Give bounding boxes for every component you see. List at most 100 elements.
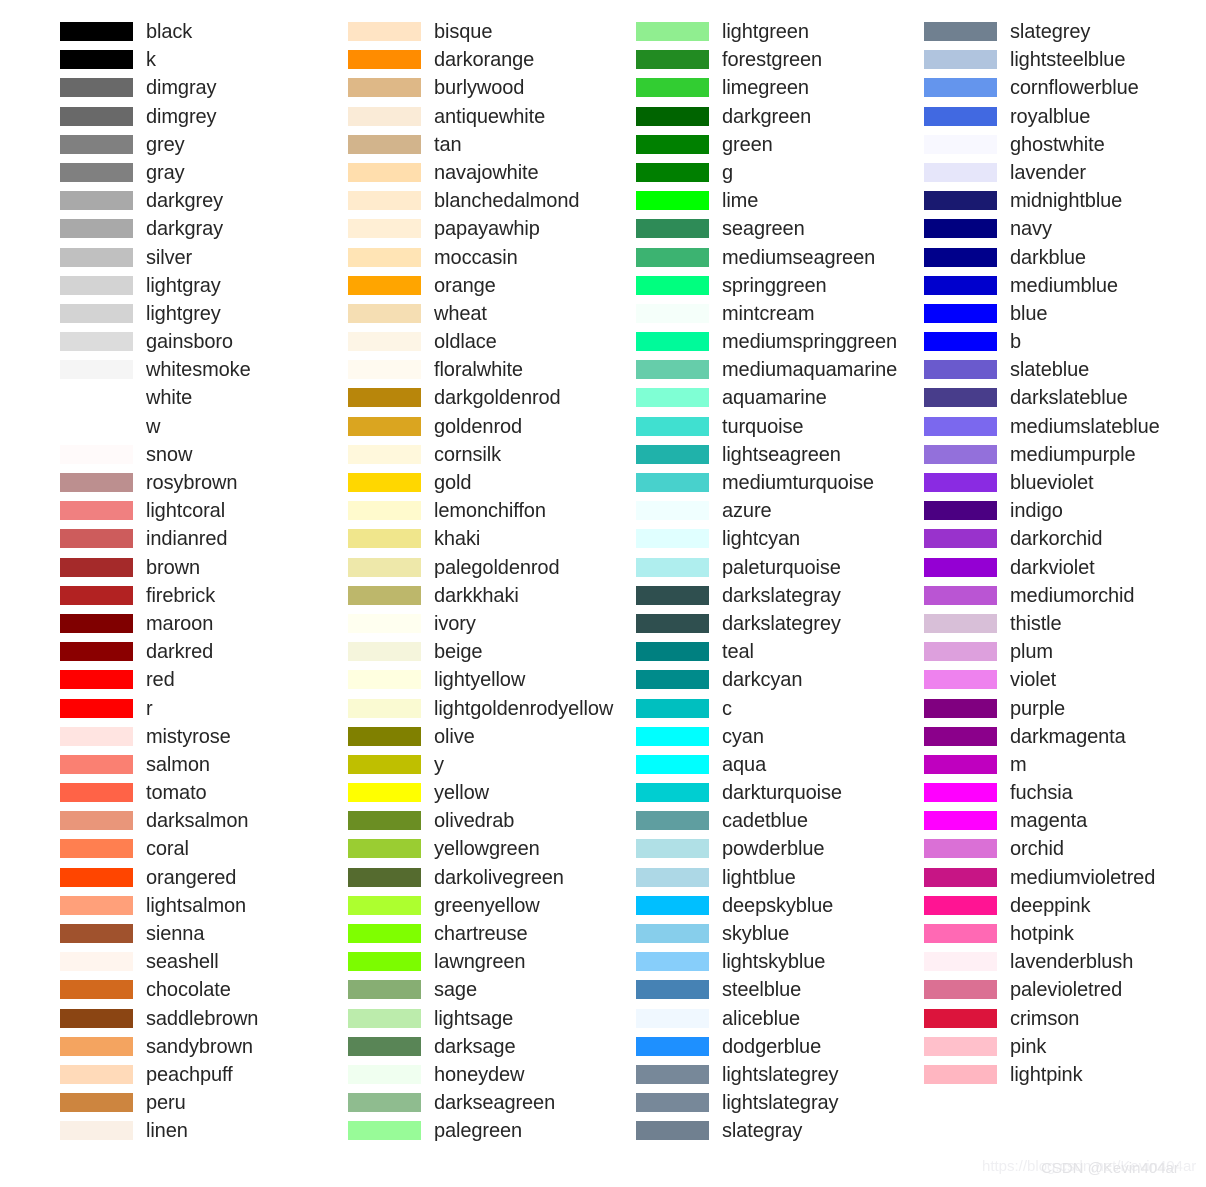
- color-name-label: cyan: [722, 725, 764, 748]
- color-row: honeydew: [348, 1064, 638, 1093]
- color-row: palegreen: [348, 1120, 638, 1149]
- color-name-label: chartreuse: [434, 923, 528, 945]
- color-swatch: [636, 247, 709, 267]
- color-name-label: darkgrey: [146, 190, 224, 213]
- color-row: yellow: [348, 782, 638, 811]
- color-name-label: moccasin: [434, 246, 518, 269]
- color-name-label: white: [146, 387, 193, 410]
- color-swatch: [924, 839, 997, 859]
- color-row: orangered: [60, 867, 350, 896]
- color-name-label: mediumaquamarine: [722, 359, 898, 382]
- color-swatch: [348, 275, 421, 295]
- color-row: deeppink: [924, 894, 1206, 924]
- color-row: darkseagreen: [348, 1092, 638, 1121]
- color-swatch: [636, 162, 709, 182]
- color-row: green: [636, 134, 926, 163]
- color-name-label: fuchsia: [1010, 782, 1073, 805]
- color-swatch: [636, 1064, 709, 1084]
- color-name-label: m: [1010, 753, 1027, 776]
- color-name-label: yellow: [434, 782, 489, 805]
- color-swatch: [60, 219, 133, 239]
- color-row: mediumslateblue: [924, 416, 1206, 445]
- color-row: lightcoral: [60, 500, 350, 529]
- color-name-label: mediumturquoise: [722, 472, 874, 494]
- color-name-label: pink: [1010, 1035, 1047, 1058]
- color-name-label: w: [146, 415, 161, 438]
- color-row: whitesmoke: [60, 359, 350, 388]
- color-swatch: [60, 585, 133, 605]
- color-row: violet: [924, 669, 1206, 698]
- color-swatch: [348, 78, 421, 98]
- color-row: thistle: [924, 613, 1206, 642]
- color-name-label: darkorchid: [1010, 528, 1103, 551]
- color-swatch: [348, 303, 421, 323]
- color-row: greenyellow: [348, 895, 638, 924]
- color-row: aqua: [636, 753, 926, 783]
- color-row: maroon: [60, 613, 350, 642]
- color-name-label: slategrey: [1010, 21, 1091, 43]
- color-swatch: [60, 529, 133, 549]
- color-name-label: dimgray: [146, 77, 217, 100]
- color-row: white: [60, 387, 350, 416]
- color-row: blueviolet: [924, 472, 1206, 501]
- color-swatch: [60, 1036, 133, 1056]
- color-row: lightgrey: [60, 303, 350, 332]
- color-name-label: peachpuff: [146, 1063, 233, 1086]
- color-row: darkgray: [60, 218, 350, 247]
- color-row: cornflowerblue: [924, 77, 1206, 106]
- color-swatch: [60, 867, 133, 887]
- color-swatch: [924, 726, 997, 746]
- color-row: paleturquoise: [636, 557, 926, 586]
- color-swatch: [348, 1064, 421, 1084]
- color-name-label: sage: [434, 979, 477, 1002]
- color-row: springgreen: [636, 275, 926, 304]
- color-swatch: [348, 1036, 421, 1056]
- color-swatch: [924, 783, 997, 803]
- color-name-label: mediumpurple: [1010, 443, 1136, 466]
- color-row: teal: [636, 641, 926, 670]
- color-row: salmon: [60, 754, 350, 783]
- color-swatch: [348, 613, 421, 633]
- color-name-label: aqua: [722, 753, 767, 776]
- color-row: r: [60, 698, 350, 727]
- color-name-label: forestgreen: [722, 49, 823, 72]
- color-name-label: sienna: [146, 923, 205, 945]
- color-name-label: grey: [146, 133, 185, 156]
- color-swatch: [348, 1008, 421, 1028]
- color-name-label: lightsalmon: [146, 894, 247, 917]
- color-swatch: [924, 980, 997, 1000]
- color-swatch: [636, 613, 709, 633]
- color-row: navy: [924, 218, 1206, 247]
- color-swatch: [348, 952, 421, 972]
- color-name-label: hotpink: [1010, 923, 1074, 945]
- color-name-label: black: [146, 21, 193, 43]
- color-row: aquamarine: [636, 387, 926, 416]
- color-swatch: [60, 332, 133, 352]
- color-name-label: b: [1010, 331, 1022, 354]
- color-name-label: darkkhaki: [434, 584, 519, 607]
- color-name-label: deeppink: [1010, 894, 1091, 917]
- color-name-label: orchid: [1010, 838, 1064, 861]
- color-swatch: [924, 1064, 997, 1084]
- color-swatch: [924, 501, 997, 521]
- color-row: mediumvioletred: [924, 867, 1206, 896]
- color-name-label: darkcyan: [722, 669, 803, 692]
- color-row: darkmagenta: [924, 726, 1206, 755]
- color-name-label: darkslategray: [722, 584, 841, 607]
- color-row: darkslateblue: [924, 387, 1206, 416]
- color-row: crimson: [924, 1008, 1206, 1037]
- color-row: mediumaquamarine: [636, 359, 926, 388]
- color-row: slateblue: [924, 359, 1206, 388]
- color-row: lightsteelblue: [924, 49, 1206, 78]
- color-name-label: darkslateblue: [1010, 387, 1128, 410]
- color-row: dodgerblue: [636, 1036, 926, 1065]
- color-swatch: [636, 557, 709, 577]
- color-row: cyan: [636, 725, 926, 755]
- color-name-label: lightskyblue: [722, 951, 826, 974]
- color-row: goldenrod: [348, 416, 638, 445]
- color-row: darkslategrey: [636, 613, 926, 642]
- color-row: dimgrey: [60, 106, 350, 135]
- color-row: ghostwhite: [924, 134, 1206, 163]
- color-name-label: darkturquoise: [722, 782, 842, 805]
- color-name-label: linen: [146, 1120, 188, 1143]
